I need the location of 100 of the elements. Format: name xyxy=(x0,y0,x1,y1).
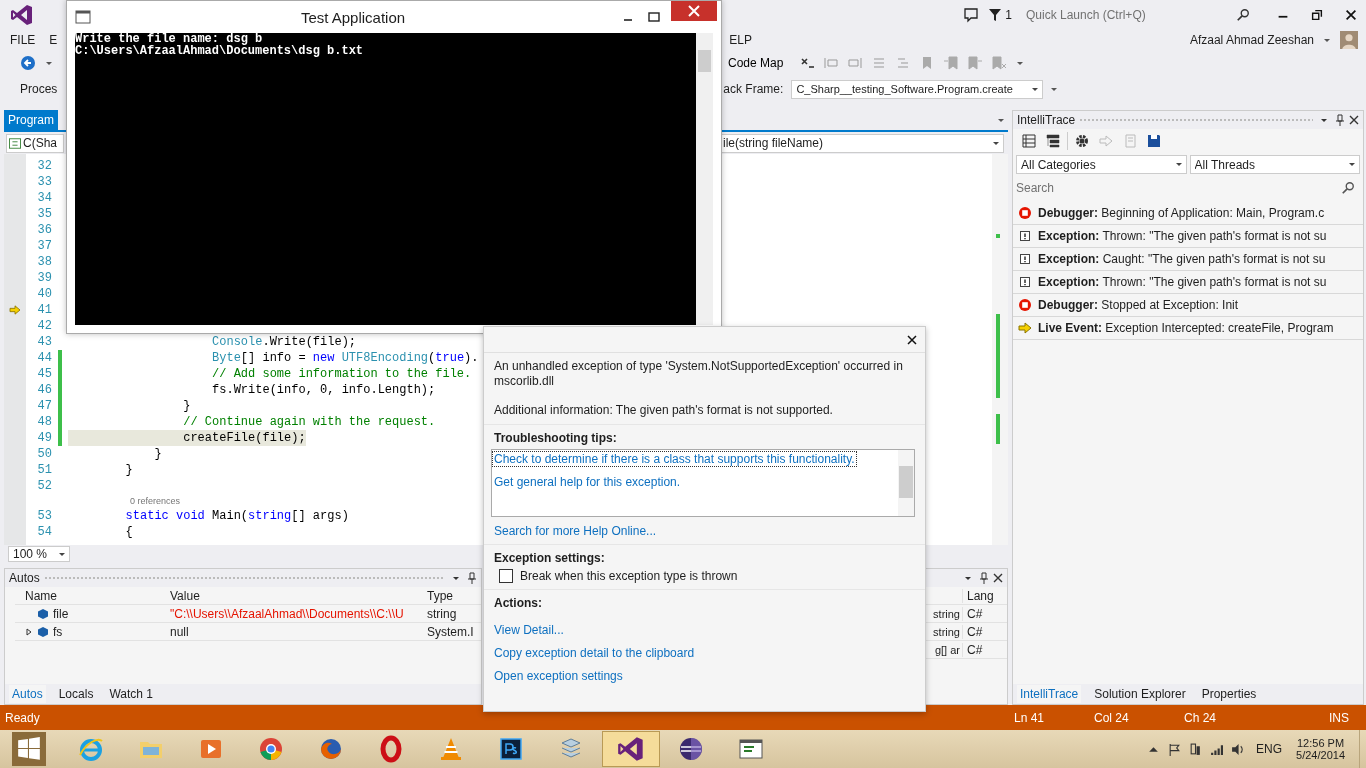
restore-icon[interactable] xyxy=(1310,8,1324,22)
menu-item[interactable]: FILE xyxy=(10,33,36,47)
line-number: 35 xyxy=(36,207,52,221)
process-label: Proces xyxy=(20,82,58,96)
back-icon[interactable] xyxy=(20,55,36,71)
help-link[interactable]: Get general help for this exception. xyxy=(492,474,683,490)
menu-item[interactable]: ELP xyxy=(729,33,753,47)
checkbox-label: Break when this exception type is thrown xyxy=(520,569,738,583)
close-icon[interactable] xyxy=(1344,8,1358,22)
event-entry[interactable]: Exception: Caught: "The given path's format is not su xyxy=(1038,252,1326,266)
code-line: Console.Write(file); xyxy=(211,334,357,350)
line-indicator: Ln 41 xyxy=(1014,710,1046,725)
arrow-right-icon xyxy=(1018,321,1032,335)
window-title: Test Application xyxy=(299,8,407,26)
caret-icon[interactable] xyxy=(964,574,972,582)
vs-logo-icon xyxy=(10,3,34,27)
codelens-references[interactable]: 0 references xyxy=(130,496,181,506)
line-number: 38 xyxy=(36,255,52,269)
notification-icon[interactable] xyxy=(963,7,980,23)
categories-dropdown[interactable]: All Categories xyxy=(1016,155,1187,174)
event-entry[interactable]: Exception: Thrown: "The given path's format is not su xyxy=(1038,275,1327,289)
line-number: 51 xyxy=(36,463,52,477)
action-link[interactable]: Copy exception detail to the clipboard xyxy=(494,646,695,660)
panel-tab[interactable]: Solution Explorer xyxy=(1091,685,1189,703)
caret-icon[interactable] xyxy=(1016,59,1025,67)
close-icon[interactable] xyxy=(993,572,1003,584)
code-map-button[interactable]: Code Map xyxy=(724,54,788,72)
clock-time[interactable]: 12:56 PM xyxy=(1297,737,1345,749)
threads-dropdown[interactable]: All Threads xyxy=(1189,155,1360,174)
expand-icon[interactable] xyxy=(25,627,33,636)
exception-icon xyxy=(1018,229,1032,243)
pin-icon[interactable] xyxy=(467,572,477,584)
action-link[interactable]: View Detail... xyxy=(494,623,564,637)
checkbox[interactable] xyxy=(499,569,513,583)
section-heading: Exception settings: xyxy=(494,551,606,565)
clock-date[interactable]: 5/24/2014 xyxy=(1296,749,1345,761)
help-link[interactable]: Search for more Help Online... xyxy=(494,524,657,538)
scrollbar[interactable] xyxy=(898,450,914,516)
filter-icon[interactable] xyxy=(987,7,1004,23)
save-icon[interactable] xyxy=(1146,133,1162,149)
variable-type: string xyxy=(426,606,458,621)
panel-tab[interactable]: IntelliTrace xyxy=(1017,685,1082,703)
document-tab[interactable]: Program xyxy=(4,110,58,130)
search-field[interactable]: Search xyxy=(1016,178,1360,198)
stack-frame-dropdown[interactable]: C_Sharp__testing_Software.Program.create xyxy=(791,79,1044,99)
line-number: 48 xyxy=(36,415,52,429)
line-number: 37 xyxy=(36,239,52,253)
caret-icon[interactable] xyxy=(45,59,53,67)
event-entry[interactable]: Debugger: Beginning of Application: Main, Program.c xyxy=(1038,206,1325,220)
notification-count: 1 xyxy=(1005,8,1012,22)
column-header[interactable]: Name xyxy=(15,588,160,603)
line-number: 44 xyxy=(36,351,52,365)
close-icon[interactable] xyxy=(907,334,917,345)
close-icon[interactable] xyxy=(1349,114,1359,126)
code-line: // Add some information to the file. xyxy=(211,366,472,382)
status-text: Ready xyxy=(5,710,40,725)
panel-tab[interactable]: Locals xyxy=(55,685,97,703)
language-indicator[interactable]: ENG xyxy=(1256,742,1283,756)
panel-tab[interactable]: Properties xyxy=(1198,685,1260,703)
action-link[interactable]: Open exception settings xyxy=(494,669,623,683)
pin-icon[interactable] xyxy=(1335,114,1345,126)
step-icon[interactable] xyxy=(799,55,816,71)
event-entry[interactable]: Live Event: Exception Intercepted: createFile, Program xyxy=(1038,321,1334,335)
variable-type: System.I xyxy=(426,624,475,639)
panel-tab[interactable]: Watch 1 xyxy=(106,685,156,703)
help-link[interactable]: Check to determine if there is a class that supports this functionality. xyxy=(492,451,857,467)
list-view-icon[interactable] xyxy=(1021,133,1037,149)
quick-launch-field[interactable]: Quick Launch (Ctrl+Q) xyxy=(1026,4,1256,26)
speaker-icon[interactable] xyxy=(1231,742,1245,756)
signal-icon[interactable] xyxy=(1210,742,1224,756)
settings-icon[interactable] xyxy=(1074,133,1090,149)
taskbar-button[interactable] xyxy=(602,731,660,767)
code-line: // Continue again with the request. xyxy=(182,414,436,430)
caret-icon[interactable] xyxy=(1050,85,1059,93)
field-icon xyxy=(37,607,49,620)
panel-tab[interactable]: Autos xyxy=(9,685,46,703)
device-icon[interactable] xyxy=(1189,742,1203,756)
csharp-file-icon xyxy=(9,137,21,149)
scrollbar[interactable] xyxy=(992,154,1008,545)
table-cell: string xyxy=(933,607,960,620)
panel-title: Autos xyxy=(9,571,40,585)
pin-icon[interactable] xyxy=(979,572,989,584)
type-dropdown[interactable]: C(Sha xyxy=(6,133,64,153)
caret-icon[interactable] xyxy=(452,574,460,582)
event-entry[interactable]: Exception: Thrown: "The given path's format is not su xyxy=(1038,229,1327,243)
flag-icon[interactable] xyxy=(1168,742,1182,756)
column-header[interactable]: Lang xyxy=(962,588,1007,603)
scrollbar[interactable] xyxy=(696,33,713,325)
zoom-dropdown[interactable]: 100 % xyxy=(8,546,70,562)
user-name[interactable]: Afzaal Ahmad Zeeshan xyxy=(1189,33,1314,47)
tree-view-icon[interactable] xyxy=(1045,133,1061,149)
caret-icon[interactable] xyxy=(997,116,1005,124)
close-button[interactable] xyxy=(671,1,717,21)
event-entry[interactable]: Debugger: Stopped at Exception: Init xyxy=(1038,298,1239,312)
start-icon[interactable] xyxy=(12,732,46,766)
caret-icon[interactable] xyxy=(1323,36,1331,44)
caret-icon[interactable] xyxy=(1320,116,1328,124)
menu-item[interactable]: E xyxy=(49,33,58,47)
column-header[interactable]: Value xyxy=(160,588,425,603)
column-header[interactable]: Type xyxy=(425,588,477,603)
